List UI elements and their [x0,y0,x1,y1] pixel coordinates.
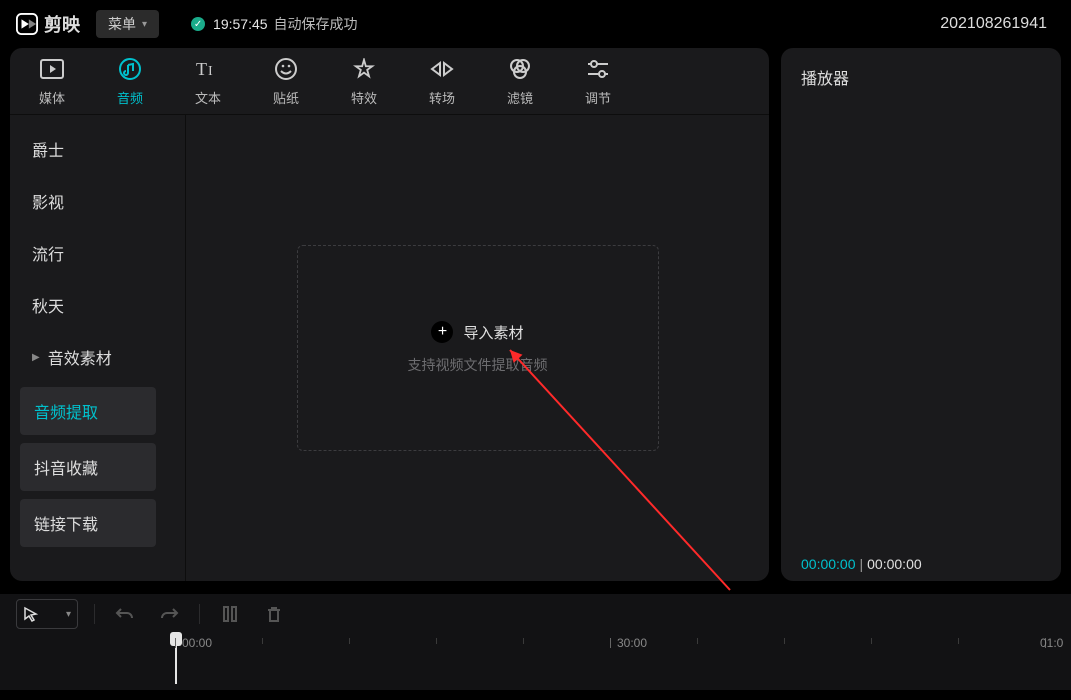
player-viewport[interactable] [781,106,1061,547]
cat-autumn[interactable]: 秋天 [20,283,175,327]
split-icon [221,605,239,623]
chevron-down-icon: ▾ [66,609,71,620]
cat-jazz[interactable]: 爵士 [20,127,175,171]
split-button[interactable] [216,600,244,628]
tab-sticker[interactable]: 贴纸 [262,56,310,107]
svg-text:T: T [196,59,207,79]
tab-sticker-label: 贴纸 [273,88,299,107]
plus-icon: + [431,321,453,343]
timeline: ▾ 00:00 30:00 01:0 [0,593,1071,690]
audio-category-sidebar: 爵士 影视 流行 秋天 ▶ 音效素材 音频提取 抖音收藏 链接下载 [10,115,186,581]
selection-tool[interactable]: ▾ [16,599,78,629]
filter-icon [508,56,532,82]
timecode-total: 00:00:00 [867,556,922,572]
app-name: 剪映 [44,11,80,37]
cursor-icon [23,606,39,622]
player-title: 播放器 [781,48,1061,106]
redo-button[interactable] [155,600,183,628]
sidebar-item-extract[interactable]: 音频提取 [20,387,156,435]
tab-media-label: 媒体 [39,88,65,107]
delete-button[interactable] [260,600,288,628]
tab-adjust-label: 调节 [585,88,611,107]
import-dropzone[interactable]: + 导入素材 支持视频文件提取音频 [297,245,659,451]
triangle-right-icon: ▶ [32,352,40,363]
tab-effect[interactable]: 特效 [340,56,388,107]
cat-film[interactable]: 影视 [20,179,175,223]
text-icon: TI [196,56,220,82]
timecode-current: 00:00:00 [801,556,856,572]
svg-text:I: I [208,64,213,79]
app-logo: 剪映 [16,11,80,37]
import-label: 导入素材 [463,322,523,343]
autosave-text: 自动保存成功 [274,14,358,34]
chevron-down-icon: ▾ [142,19,147,30]
tick-0: 00:00 [182,636,212,650]
effect-icon [353,56,375,82]
audio-icon [119,56,141,82]
redo-icon [159,606,179,622]
tab-media[interactable]: 媒体 [28,56,76,107]
autosave-status: ✓ 19:57:45 自动保存成功 [191,14,358,34]
tab-adjust[interactable]: 调节 [574,56,622,107]
transition-icon [430,56,454,82]
cat-pop[interactable]: 流行 [20,231,175,275]
tab-text[interactable]: TI 文本 [184,56,232,107]
timeline-toolbar: ▾ [0,594,1071,634]
trash-icon [265,605,283,623]
tab-text-label: 文本 [195,88,221,107]
tab-transition[interactable]: 转场 [418,56,466,107]
media-icon [40,56,64,82]
tab-effect-label: 特效 [351,88,377,107]
check-icon: ✓ [191,17,205,31]
tab-filter-label: 滤镜 [507,88,533,107]
timeline-ruler[interactable]: 00:00 30:00 01:0 [0,634,1071,684]
sidebar-item-sfx-label: 音效素材 [48,345,112,369]
adjust-icon [586,56,610,82]
import-hint: 支持视频文件提取音频 [408,355,548,375]
sidebar-item-sfx[interactable]: ▶ 音效素材 [20,335,175,379]
player-panel: 播放器 00:00:00 | 00:00:00 [781,48,1061,581]
autosave-time: 19:57:45 [213,16,268,32]
tick-2: 01:0 [1040,636,1063,650]
project-id: 202108261941 [940,15,1047,33]
undo-icon [115,606,135,622]
tab-filter[interactable]: 滤镜 [496,56,544,107]
tick-1: 30:00 [617,636,647,650]
menu-button[interactable]: 菜单 ▾ [96,10,159,38]
sidebar-item-link[interactable]: 链接下载 [20,499,156,547]
tab-audio[interactable]: 音频 [106,56,154,107]
logo-icon [16,13,38,35]
tab-audio-label: 音频 [117,88,143,107]
undo-button[interactable] [111,600,139,628]
menu-label: 菜单 [108,14,136,34]
sidebar-item-douyin[interactable]: 抖音收藏 [20,443,156,491]
timecode-separator: | [860,556,864,572]
tab-transition-label: 转场 [429,88,455,107]
sticker-icon [275,56,297,82]
material-panel: 媒体 音频 TI 文本 贴纸 特效 转场 [10,48,769,581]
material-tabs: 媒体 音频 TI 文本 贴纸 特效 转场 [10,48,769,115]
